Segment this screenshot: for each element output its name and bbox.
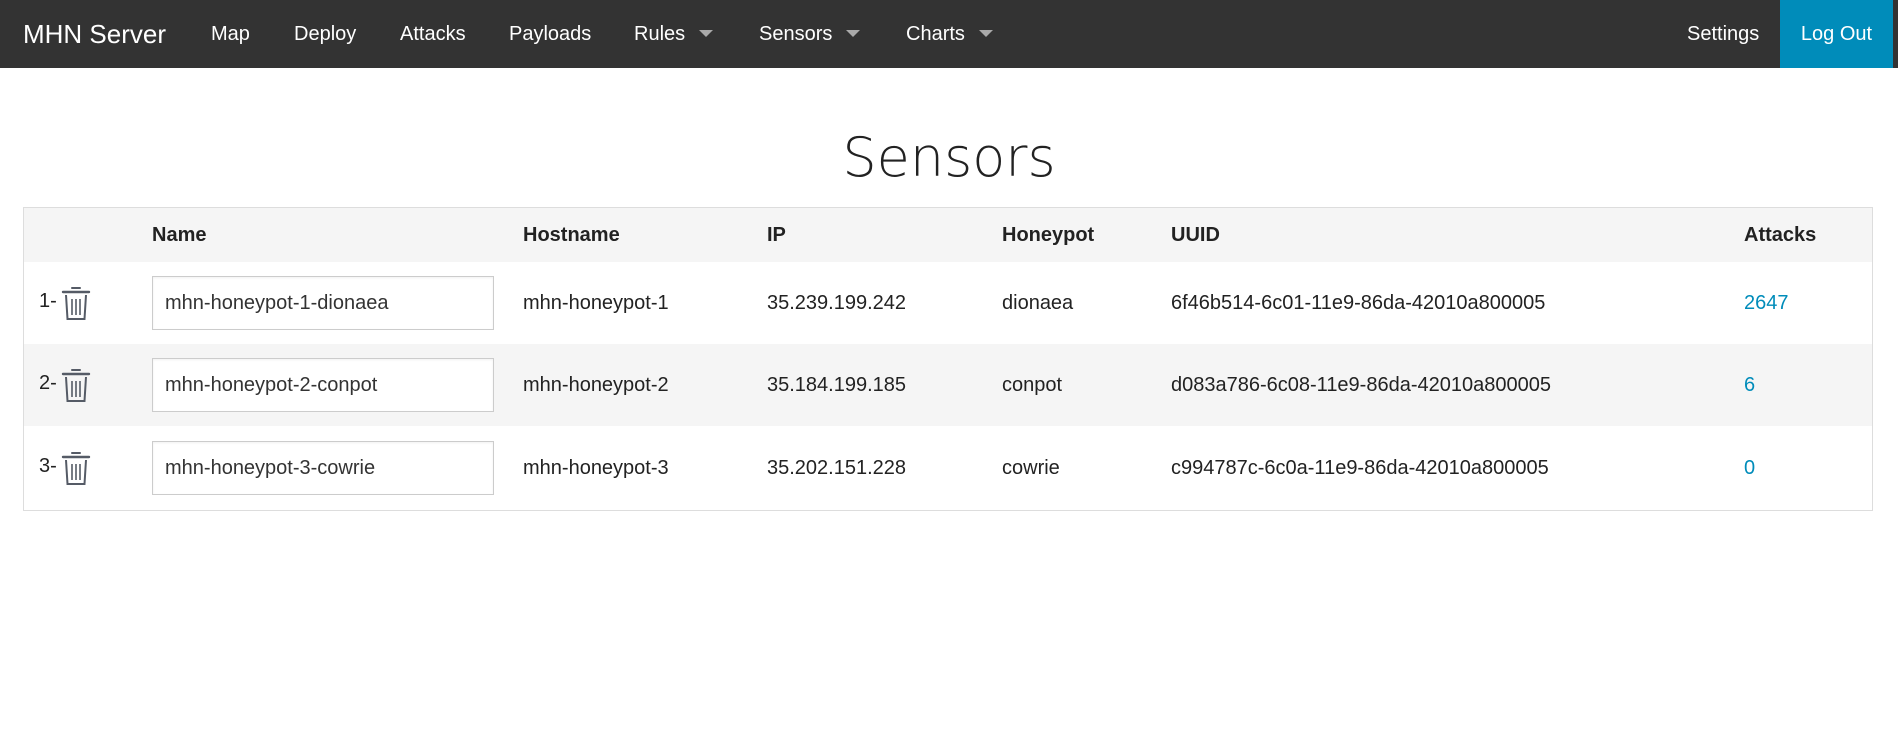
nav-settings-label: Settings <box>1687 23 1760 45</box>
row-hostname: mhn-honeypot-2 <box>523 373 669 396</box>
nav-deploy[interactable]: Deploy <box>294 0 356 68</box>
row-honeypot: conpot <box>1002 373 1063 396</box>
nav-sensors-dropdown[interactable]: Sensors <box>759 0 861 68</box>
row-uuid: 6f46b514-6c01-11e9-86da-42010a800005 <box>1171 291 1546 314</box>
table-row: 1- mhn-honeypot-1 35.239.199.242 dionaea… <box>24 262 1872 344</box>
row-name-cell <box>152 426 494 510</box>
nav-payloads[interactable]: Payloads <box>509 0 591 68</box>
table-header-row: Name Hostname IP Honeypot UUID Attacks <box>24 208 1872 262</box>
header-attacks: Attacks <box>1744 223 1817 246</box>
trash-icon-graphic <box>61 369 90 402</box>
row-name-cell <box>152 344 494 426</box>
row-index: 2- <box>39 344 91 426</box>
row-hostname: mhn-honeypot-1 <box>523 291 669 314</box>
sensor-name-input[interactable] <box>152 441 494 495</box>
row-index-number: 2- <box>39 371 57 394</box>
nav-rules-label: Rules <box>634 23 686 45</box>
nav-sensors-label: Sensors <box>759 23 833 45</box>
trash-icon[interactable] <box>61 450 91 486</box>
top-navbar: MHN Server Map Deploy Attacks Payloads R… <box>0 0 1898 68</box>
attacks-count-link[interactable]: 2647 <box>1744 292 1789 315</box>
nav-map-label: Map <box>211 23 250 45</box>
nav-attacks[interactable]: Attacks <box>400 0 466 68</box>
caret-down-icon <box>978 30 993 37</box>
table-row: 2- mhn-honeypot-2 35.184.199.185 conpot … <box>24 344 1872 426</box>
attacks-count-link[interactable]: 6 <box>1744 374 1755 397</box>
row-attacks-cell: 6 <box>1744 344 1755 426</box>
row-index: 1- <box>39 262 91 344</box>
nav-payloads-label: Payloads <box>509 23 592 45</box>
header-name: Name <box>152 223 207 246</box>
row-uuid: c994787c-6c0a-11e9-86da-42010a800005 <box>1171 456 1549 479</box>
nav-rules-dropdown[interactable]: Rules <box>634 0 714 68</box>
nav-charts-dropdown[interactable]: Charts <box>906 0 993 68</box>
trash-icon-graphic <box>61 452 90 485</box>
row-index-number: 1- <box>39 289 57 312</box>
row-index: 3- <box>39 426 91 510</box>
brand-link[interactable]: MHN Server <box>23 0 166 68</box>
row-attacks-cell: 2647 <box>1744 262 1789 344</box>
table-row: 3- mhn-honeypot-3 35.202.151.228 cowrie … <box>24 426 1872 510</box>
sensor-name-input[interactable] <box>152 276 494 330</box>
trash-icon[interactable] <box>61 285 91 321</box>
header-ip: IP <box>767 223 786 246</box>
caret-down-icon <box>846 30 861 37</box>
row-ip: 35.184.199.185 <box>767 373 907 396</box>
row-hostname: mhn-honeypot-3 <box>523 456 669 479</box>
header-honeypot: Honeypot <box>1002 223 1095 246</box>
nav-map[interactable]: Map <box>211 0 250 68</box>
row-honeypot: dionaea <box>1002 291 1074 314</box>
row-ip: 35.202.151.228 <box>767 456 907 479</box>
row-name-cell <box>152 262 494 344</box>
nav-attacks-label: Attacks <box>400 23 466 45</box>
page-title: Sensors <box>842 126 1056 189</box>
nav-settings[interactable]: Settings <box>1687 0 1759 68</box>
row-ip: 35.239.199.242 <box>767 291 907 314</box>
logout-button[interactable]: Log Out <box>1780 0 1893 68</box>
nav-charts-label: Charts <box>906 23 965 45</box>
row-honeypot: cowrie <box>1002 456 1060 479</box>
trash-icon-graphic <box>61 287 90 320</box>
trash-icon[interactable] <box>61 367 91 403</box>
row-uuid: d083a786-6c08-11e9-86da-42010a800005 <box>1171 373 1551 396</box>
sensor-name-input[interactable] <box>152 358 494 412</box>
header-hostname: Hostname <box>523 223 620 246</box>
caret-down-icon <box>699 30 714 37</box>
row-attacks-cell: 0 <box>1744 426 1755 510</box>
nav-deploy-label: Deploy <box>294 23 357 45</box>
row-index-number: 3- <box>39 454 57 477</box>
attacks-count-link[interactable]: 0 <box>1744 457 1755 480</box>
header-uuid: UUID <box>1171 223 1220 246</box>
sensors-table: Name Hostname IP Honeypot UUID Attacks 1… <box>23 207 1873 511</box>
